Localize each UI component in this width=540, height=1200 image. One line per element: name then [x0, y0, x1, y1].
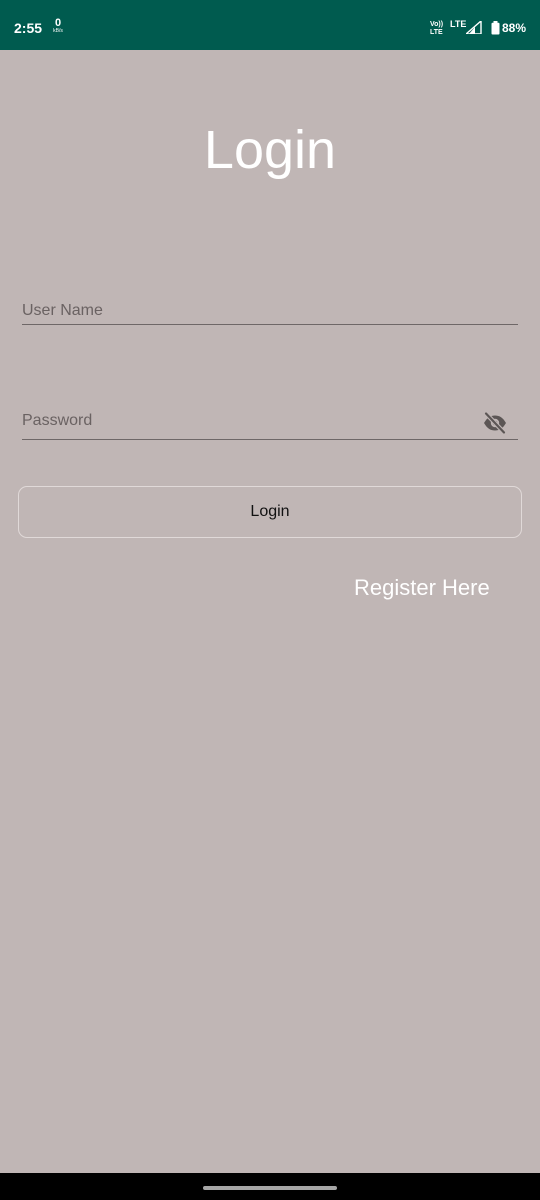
- eye-off-icon[interactable]: [482, 411, 508, 435]
- username-field: [22, 296, 518, 325]
- signal-strength-icon: [466, 21, 482, 34]
- password-field: [22, 406, 518, 440]
- status-bar: 2:55 0 kB/s Vo)) LTE LTE 88%: [0, 0, 540, 50]
- status-time: 2:55: [14, 20, 43, 36]
- password-input[interactable]: [22, 406, 462, 430]
- network-speed-indicator: 0 kB/s: [50, 18, 66, 34]
- volte-indicator: Vo)) LTE: [430, 21, 444, 36]
- home-indicator[interactable]: [203, 1186, 337, 1190]
- network-type-label: LTE: [450, 19, 467, 29]
- navigation-bar: [0, 1173, 540, 1200]
- page-title: Login: [203, 120, 337, 180]
- login-button[interactable]: Login: [18, 486, 522, 538]
- username-input[interactable]: [22, 296, 462, 320]
- network-speed-unit: kB/s: [53, 28, 63, 34]
- battery-percentage: 88%: [502, 21, 527, 35]
- battery-icon: [491, 21, 500, 35]
- register-link[interactable]: Register Here: [354, 575, 490, 601]
